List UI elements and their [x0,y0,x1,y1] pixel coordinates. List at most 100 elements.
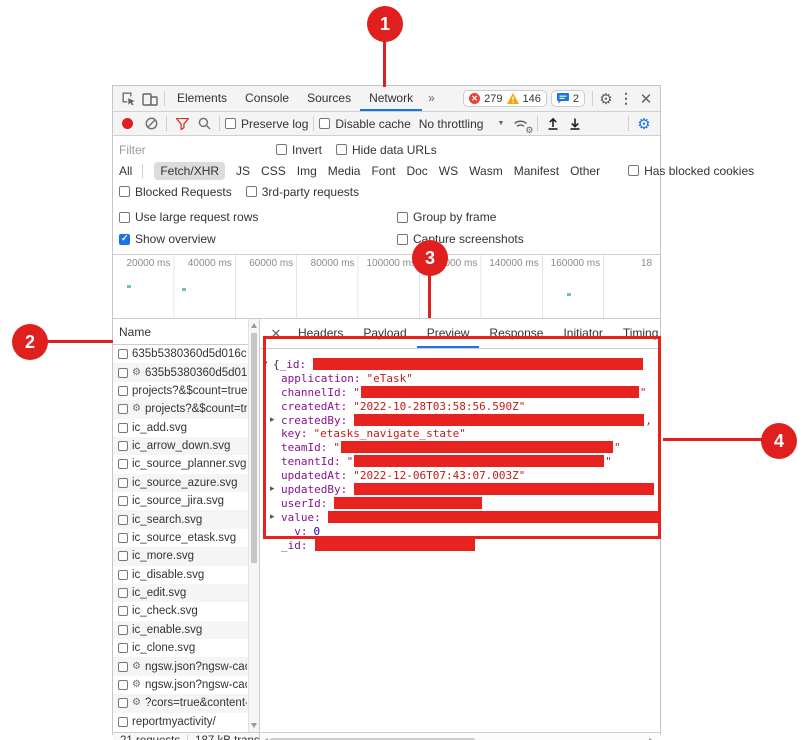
expand-arrow-icon[interactable]: ▾ [264,358,268,372]
request-checkbox[interactable] [118,478,128,488]
inspect-element-icon[interactable] [117,89,139,109]
throttling-dropdown[interactable]: No throttling ▼ [419,117,505,131]
preserve-log-toggle[interactable]: Preserve log [225,117,308,131]
show-overview-checkbox[interactable] [119,234,130,245]
disable-cache-checkbox[interactable] [319,118,330,129]
request-checkbox[interactable] [118,441,128,451]
request-checkbox[interactable] [118,606,128,616]
type-filter[interactable]: JS [236,164,250,178]
preserve-log-checkbox[interactable] [225,118,236,129]
toggle-device-toolbar-icon[interactable] [139,89,161,109]
type-filter[interactable]: All [119,164,143,178]
name-column-header[interactable]: Name [113,319,259,345]
request-row[interactable]: ic_enable.svg [113,621,259,639]
detail-tab[interactable]: Initiator [553,319,612,348]
expand-arrow-icon[interactable]: ▸ [270,414,275,428]
messages-badge[interactable]: 2 [551,90,585,107]
request-row[interactable]: ic_more.svg [113,547,259,565]
menu-dots-icon[interactable]: ⋮ [616,89,636,109]
request-row[interactable]: ic_add.svg [113,419,259,437]
request-row[interactable]: ic_clone.svg [113,639,259,657]
request-checkbox[interactable] [118,551,128,561]
filter-funnel-icon[interactable] [172,115,192,133]
hide-data-urls-toggle[interactable]: Hide data URLs [336,143,437,157]
tab-elements[interactable]: Elements [168,86,236,111]
detail-tab[interactable]: Preview [417,319,480,348]
network-conditions-icon[interactable]: ⚙ [510,115,532,133]
group-by-frame-checkbox[interactable] [397,212,408,223]
request-row[interactable]: ⚙ projects?&$count=true [113,400,259,418]
request-row[interactable]: ⚙ ngsw.json?ngsw-cache [113,657,259,675]
tab-console[interactable]: Console [236,86,298,111]
detail-tab[interactable]: Timing [613,319,660,348]
has-blocked-cookies-checkbox[interactable] [628,165,639,176]
scroll-up-icon[interactable] [251,323,257,328]
request-checkbox[interactable] [118,698,128,708]
hide-data-urls-checkbox[interactable] [336,144,347,155]
request-checkbox[interactable] [118,368,128,378]
request-row[interactable]: ic_disable.svg [113,566,259,584]
invert-toggle[interactable]: Invert [276,143,322,157]
export-har-icon[interactable] [565,115,585,133]
group-by-frame-toggle[interactable]: Group by frame [397,206,654,228]
scrollbar-thumb[interactable] [251,333,257,563]
request-checkbox[interactable] [118,515,128,525]
request-checkbox[interactable] [118,662,128,672]
type-filter[interactable]: Img [297,164,317,178]
request-checkbox[interactable] [118,404,128,414]
type-filter[interactable]: Fetch/XHR [154,162,225,180]
show-overview-toggle[interactable]: Show overview [119,228,397,250]
request-row[interactable]: ic_source_azure.svg [113,474,259,492]
request-checkbox[interactable] [118,386,128,396]
request-checkbox[interactable] [118,459,128,469]
request-checkbox[interactable] [118,625,128,635]
type-filter[interactable]: Other [570,164,600,178]
detail-horizontal-scrollbar[interactable] [260,733,660,740]
request-row[interactable]: ⚙ 635b5380360d5d016c7 [113,363,259,381]
close-detail-icon[interactable]: ✕ [264,326,288,342]
requests-scrollbar[interactable] [248,319,259,732]
more-tabs-chevron[interactable]: » [422,86,441,111]
request-row[interactable]: projects?&$count=true& [113,382,259,400]
detail-tab[interactable]: Headers [288,319,353,348]
has-blocked-cookies-toggle[interactable]: Has blocked cookies [628,164,754,178]
expand-arrow-icon[interactable]: ▸ [270,511,275,525]
request-checkbox[interactable] [118,717,128,727]
tab-sources[interactable]: Sources [298,86,360,111]
network-overview[interactable]: 20000 ms40000 ms60000 ms80000 ms100000 m… [113,255,660,319]
third-party-toggle[interactable]: 3rd-party requests [246,185,359,199]
request-row[interactable]: ic_search.svg [113,510,259,528]
type-filter[interactable]: Doc [406,164,427,178]
request-checkbox[interactable] [118,533,128,543]
request-row[interactable]: ic_source_etask.svg [113,529,259,547]
request-row[interactable]: reportmyactivity/ [113,713,259,731]
close-devtools-icon[interactable]: ✕ [636,89,656,109]
request-row[interactable]: ⚙ ?cors=true&content-ty [113,694,259,712]
request-checkbox[interactable] [118,680,128,690]
request-row[interactable]: 635b5380360d5d016c788 [113,345,259,363]
settings-gear-icon[interactable]: ⚙ [596,89,616,109]
filter-input[interactable] [119,142,254,158]
blocked-requests-toggle[interactable]: Blocked Requests [119,185,232,199]
request-checkbox[interactable] [118,349,128,359]
search-icon[interactable] [194,115,214,133]
third-party-checkbox[interactable] [246,186,257,197]
record-button[interactable] [122,118,133,129]
detail-tab[interactable]: Payload [353,319,416,348]
import-har-icon[interactable] [543,115,563,133]
request-checkbox[interactable] [118,423,128,433]
tab-network[interactable]: Network [360,86,422,111]
request-row[interactable]: ic_source_jira.svg [113,492,259,510]
disable-cache-toggle[interactable]: Disable cache [319,117,410,131]
blocked-requests-checkbox[interactable] [119,186,130,197]
request-checkbox[interactable] [118,570,128,580]
network-settings-gear-icon[interactable]: ⚙ [634,115,654,133]
invert-checkbox[interactable] [276,144,287,155]
request-row[interactable]: ⚙ ngsw.json?ngsw-cache [113,676,259,694]
request-checkbox[interactable] [118,643,128,653]
type-filter[interactable]: Font [371,164,395,178]
request-checkbox[interactable] [118,496,128,506]
type-filter[interactable]: Manifest [514,164,559,178]
request-row[interactable]: ic_arrow_down.svg [113,437,259,455]
issues-badge[interactable]: ✕ 279 146 [463,90,547,107]
